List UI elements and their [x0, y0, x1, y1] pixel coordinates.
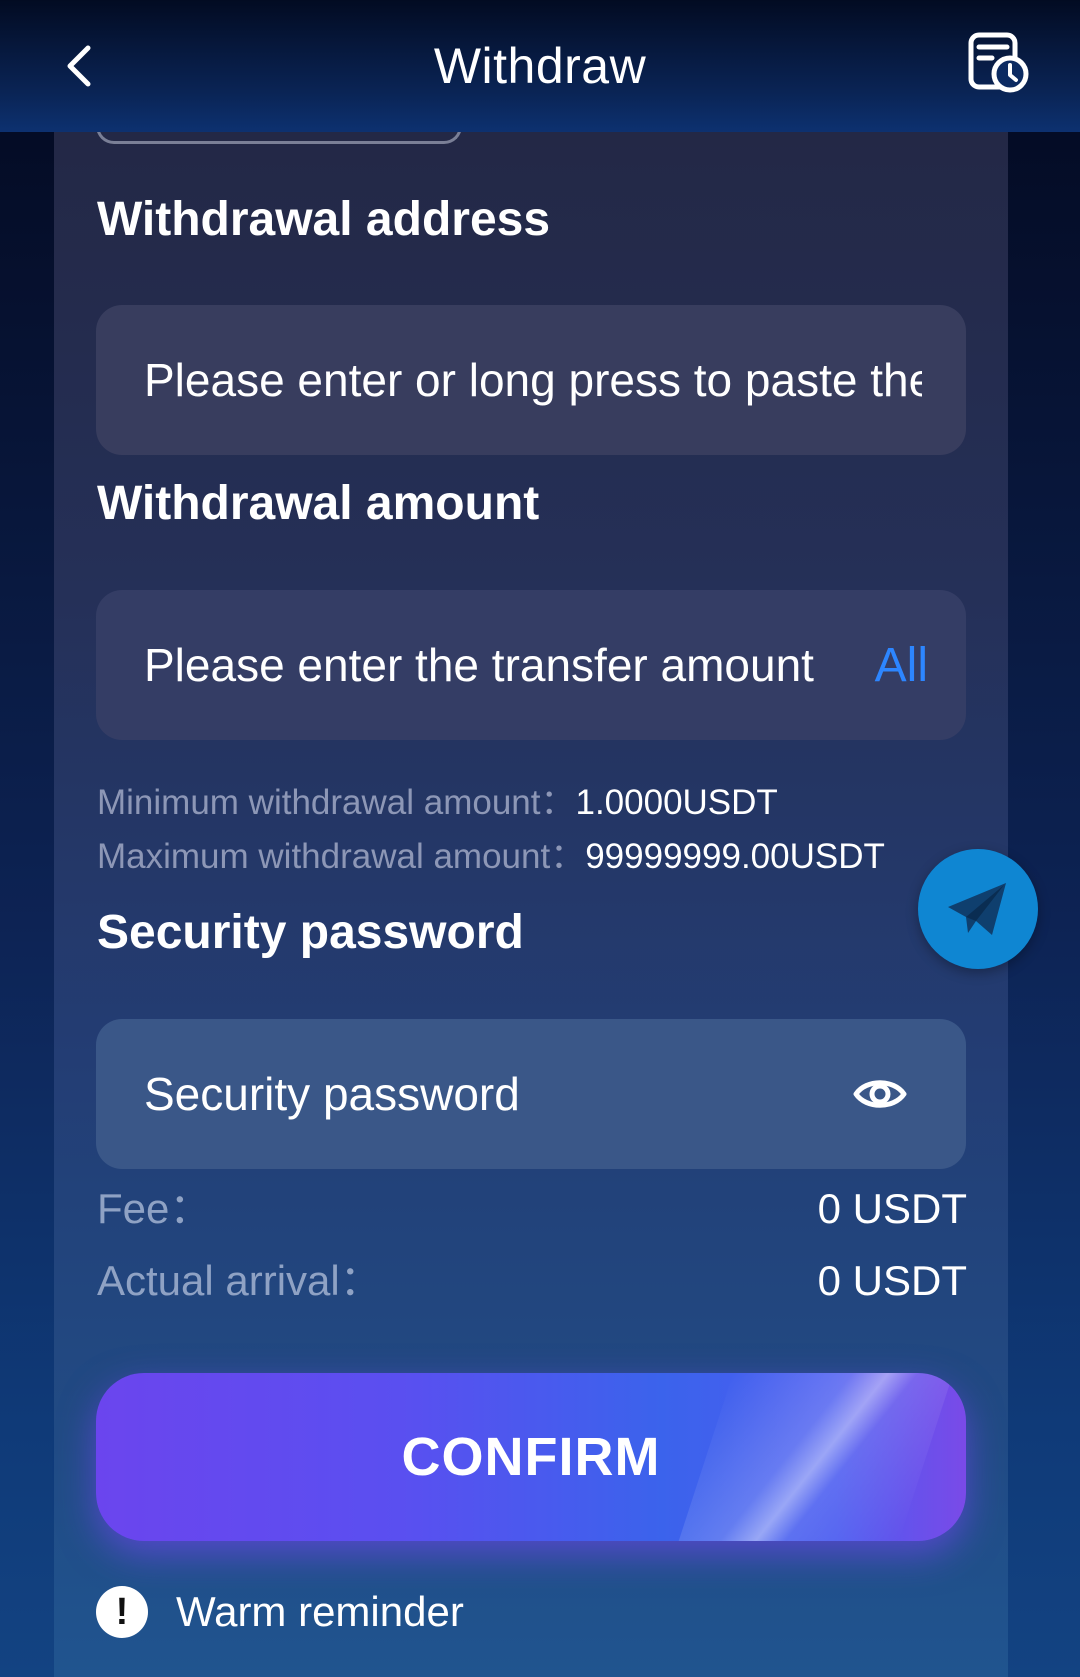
- arrival-value: 0 USDT: [817, 1257, 967, 1304]
- address-label: Withdrawal address: [97, 193, 551, 246]
- top-bar: Withdraw: [0, 0, 1080, 132]
- confirm-button[interactable]: CONFIRM: [96, 1373, 966, 1541]
- reminder-text: Warm reminder: [176, 1588, 464, 1635]
- password-label: Security password: [97, 906, 524, 959]
- exclamation-circle-icon: !: [96, 1586, 148, 1638]
- address-placeholder: Please enter or long press to paste the …: [144, 354, 922, 406]
- all-button[interactable]: All: [875, 590, 928, 740]
- fee-row: Fee： 0 USDT: [97, 1181, 967, 1237]
- confirm-label: CONFIRM: [401, 1427, 661, 1487]
- amount-input[interactable]: Please enter the transfer amount All: [96, 590, 966, 740]
- withdraw-form-card: Withdrawal address Please enter or long …: [54, 122, 1008, 1677]
- min-amount-info: Minimum withdrawal amount：1.0000USDT: [97, 781, 778, 825]
- min-amount-label: Minimum withdrawal amount：: [97, 783, 576, 822]
- toggle-password-visibility[interactable]: [852, 1067, 908, 1121]
- address-input[interactable]: Please enter or long press to paste the …: [96, 305, 966, 455]
- max-amount-value: 99999999.00USDT: [585, 837, 885, 876]
- warm-reminder[interactable]: ! Warm reminder: [96, 1582, 464, 1642]
- amount-label: Withdrawal amount: [97, 477, 540, 530]
- confirm-shine: [678, 1373, 954, 1541]
- fee-label: Fee：: [97, 1185, 212, 1232]
- telegram-icon: [948, 883, 1006, 935]
- telegram-button[interactable]: [918, 849, 1038, 969]
- max-amount-info: Maximum withdrawal amount：99999999.00USD…: [97, 835, 885, 879]
- arrival-label: Actual arrival：: [97, 1257, 382, 1304]
- eye-icon: [853, 1080, 907, 1108]
- amount-placeholder: Please enter the transfer amount: [144, 639, 814, 691]
- record-history-icon: [968, 32, 1029, 93]
- arrival-row: Actual arrival： 0 USDT: [97, 1253, 967, 1309]
- max-amount-label: Maximum withdrawal amount：: [97, 837, 586, 876]
- password-placeholder: Security password: [144, 1068, 520, 1120]
- fee-value: 0 USDT: [817, 1185, 967, 1232]
- history-button[interactable]: [966, 30, 1032, 96]
- page-title: Withdraw: [433, 38, 647, 94]
- password-input[interactable]: Security password: [96, 1019, 966, 1169]
- min-amount-value: 1.0000USDT: [575, 783, 778, 822]
